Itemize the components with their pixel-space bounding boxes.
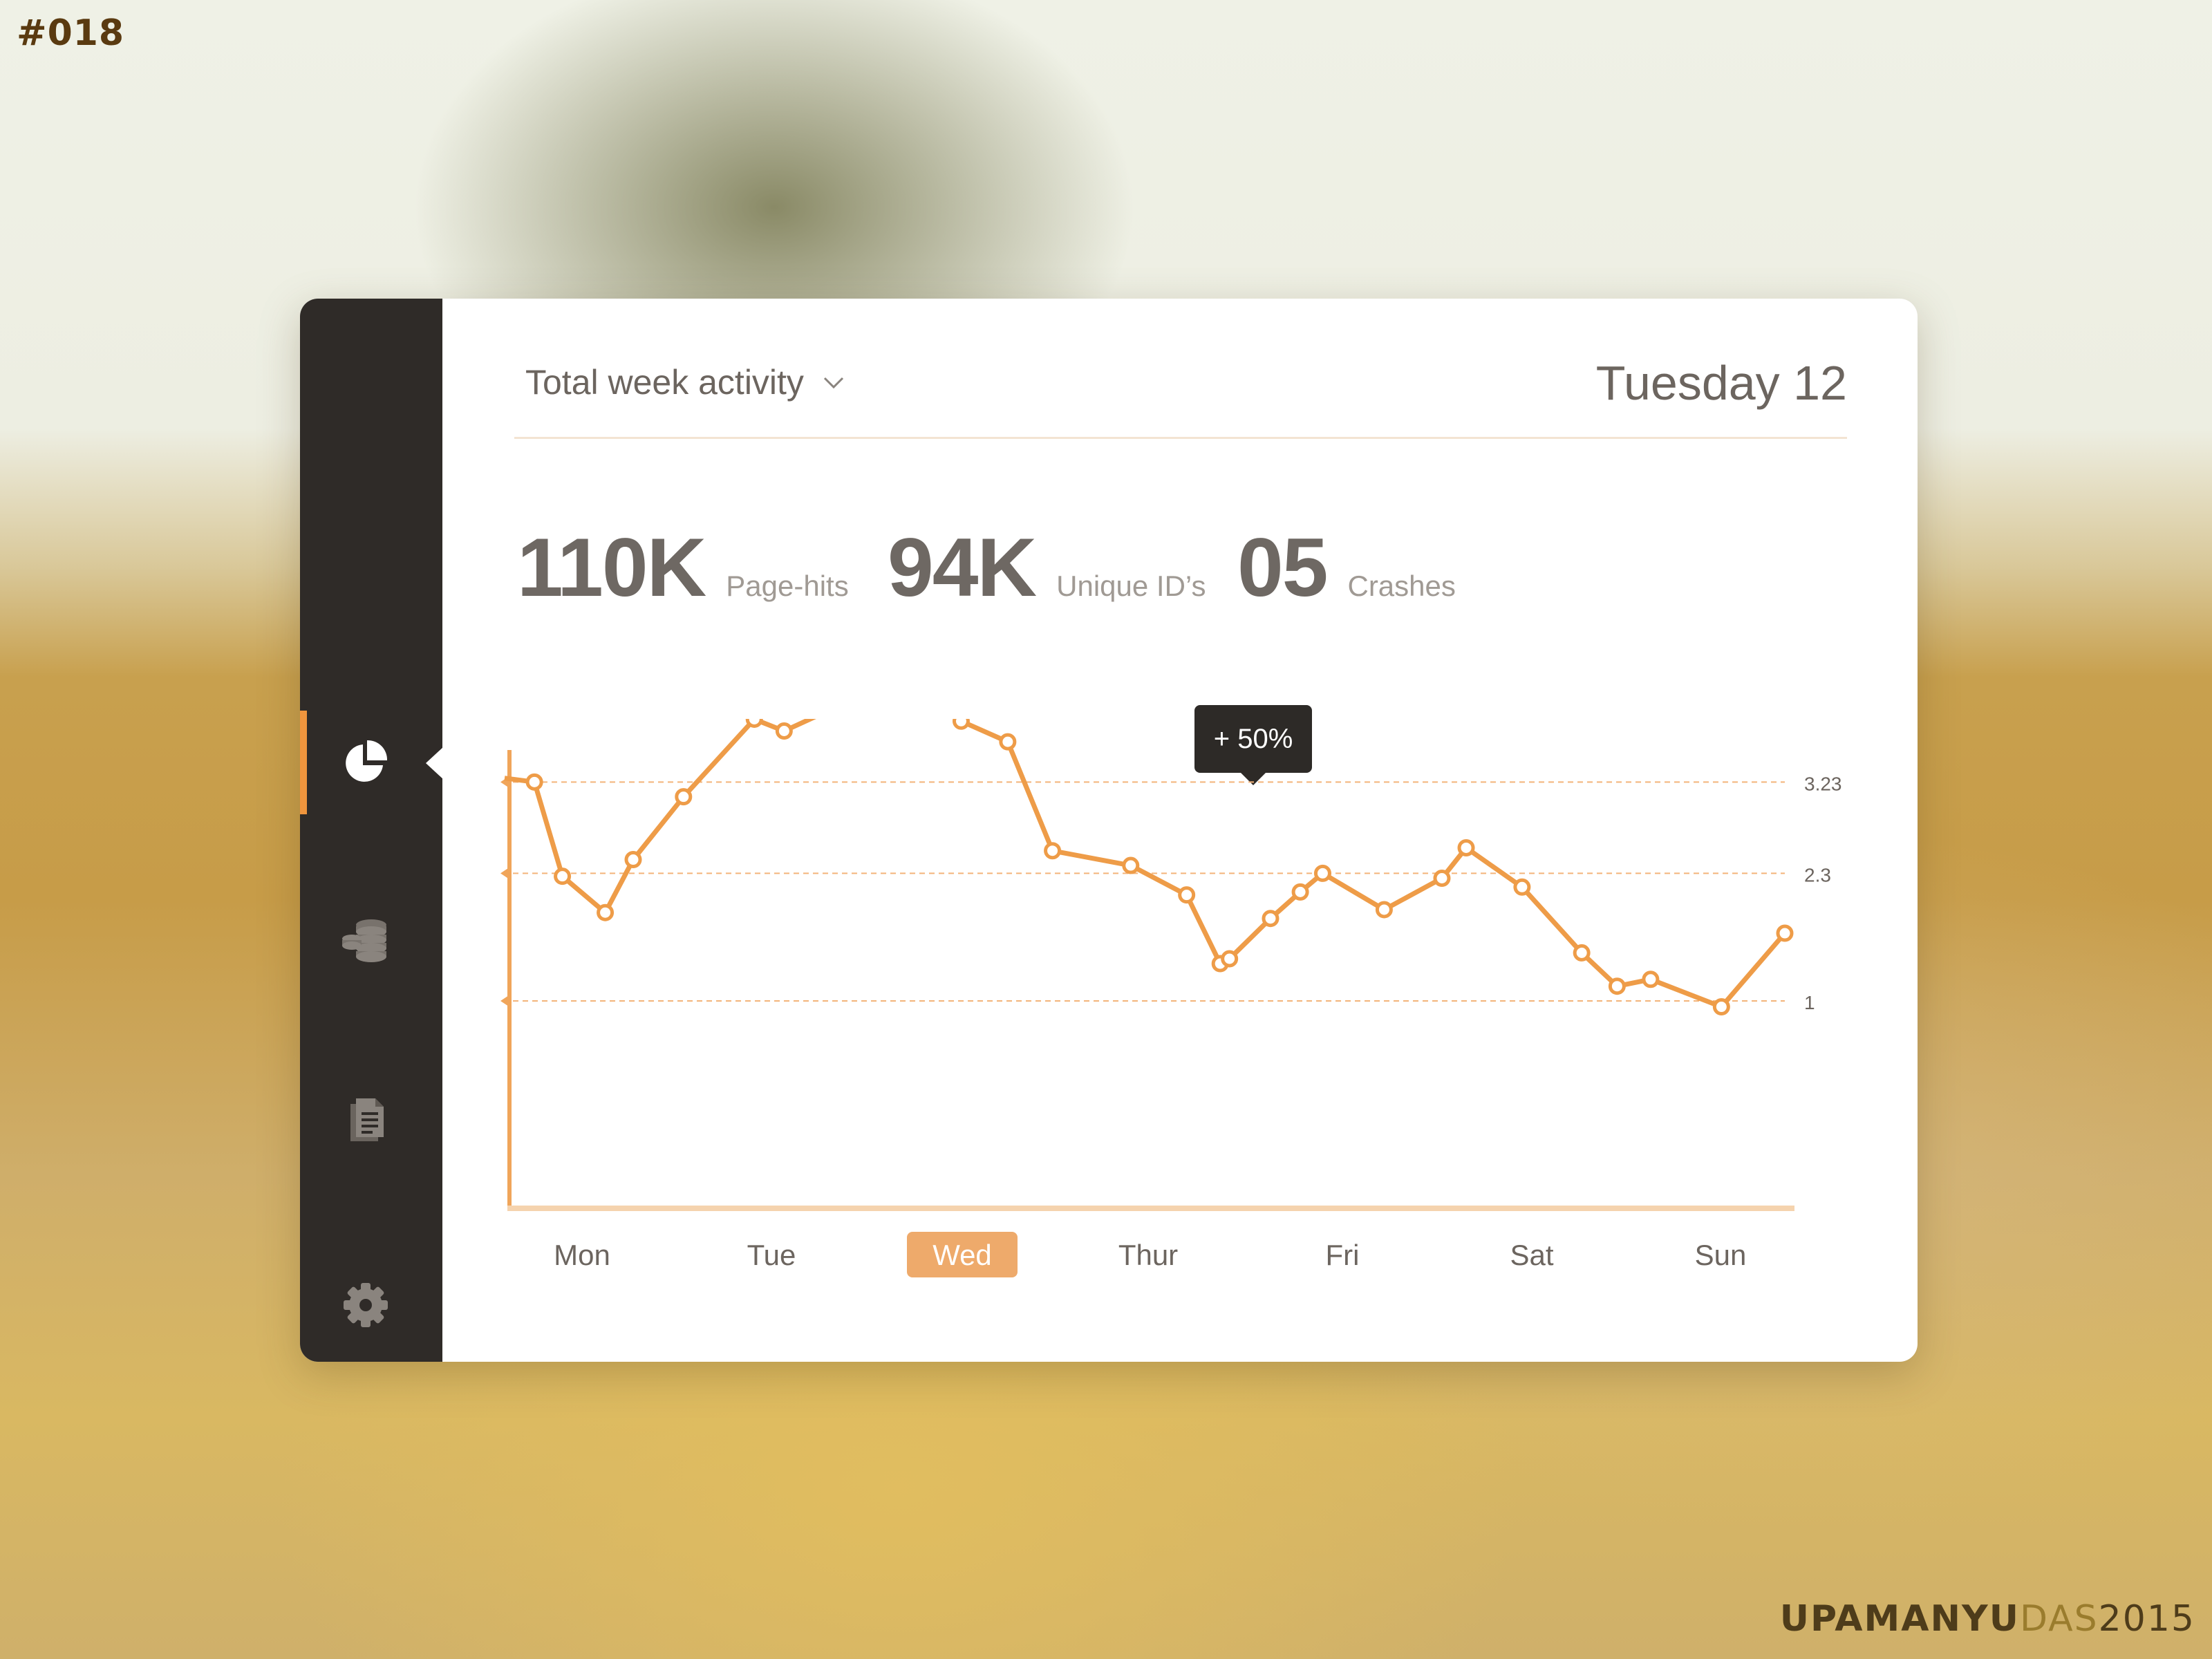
stat-page-hits: 110K Page-hits <box>517 520 849 615</box>
day-label-thur[interactable]: Thur <box>1118 1239 1178 1271</box>
stat-label: Crashes <box>1347 570 1456 602</box>
shot-number-badge: #018 <box>17 12 125 54</box>
data-point[interactable] <box>1608 977 1626 995</box>
data-point[interactable] <box>525 773 543 791</box>
data-point[interactable] <box>1573 944 1591 962</box>
current-date: Tuesday 12 <box>1595 356 1847 410</box>
data-point[interactable] <box>1122 856 1140 874</box>
data-point[interactable] <box>1433 870 1451 887</box>
data-point[interactable] <box>1375 901 1393 919</box>
data-point[interactable] <box>1642 971 1660 988</box>
stat-value: 94K <box>888 521 1037 614</box>
data-point[interactable] <box>952 719 970 730</box>
reference-lines: 4.73.232.31 <box>500 773 1842 1013</box>
day-label-mon[interactable]: Mon <box>554 1239 610 1271</box>
x-axis-labels: Mon Tue Wed Thur Fri Sat Sun <box>554 1232 1746 1277</box>
data-point[interactable] <box>1262 910 1280 928</box>
reference-label: 3.23 <box>1804 773 1842 794</box>
data-point[interactable] <box>775 722 793 740</box>
header-divider <box>514 437 1847 439</box>
data-point[interactable] <box>1221 950 1239 968</box>
stat-label: Unique ID’s <box>1056 570 1206 602</box>
data-point[interactable] <box>1044 842 1062 860</box>
series-activity <box>504 719 1794 1016</box>
stat-value: 110K <box>517 521 706 614</box>
filter-label: Total week activity <box>525 363 804 402</box>
day-label-wed[interactable]: Wed <box>932 1239 992 1271</box>
stat-crashes: 05 Crashes <box>1237 520 1456 615</box>
signature-first: UPAMANYU <box>1779 1598 2020 1640</box>
day-label-sat[interactable]: Sat <box>1510 1239 1553 1271</box>
activity-line-chart: 4.73.232.31 MonTueWedThurFriSatSun <box>500 719 1842 1277</box>
data-point[interactable] <box>624 851 642 869</box>
data-point[interactable] <box>745 719 763 728</box>
series-line <box>504 719 1787 1010</box>
signature-year: 2015 <box>2098 1598 2195 1640</box>
data-point[interactable] <box>1178 886 1196 904</box>
day-label-sun[interactable]: Sun <box>1695 1239 1747 1271</box>
stat-value: 05 <box>1237 521 1328 614</box>
day-label-tue[interactable]: Tue <box>747 1239 796 1271</box>
data-point[interactable] <box>1313 864 1331 882</box>
activity-filter-dropdown[interactable]: Total week activity <box>525 362 845 402</box>
author-signature: UPAMANYUDAS2015 <box>1780 1598 2195 1640</box>
stat-unique-ids: 94K Unique ID’s <box>888 520 1206 615</box>
data-point[interactable] <box>675 788 693 806</box>
data-point[interactable] <box>999 733 1017 751</box>
day-label-fri[interactable]: Fri <box>1326 1239 1360 1271</box>
stat-label: Page-hits <box>726 570 849 602</box>
data-point[interactable] <box>1513 878 1531 896</box>
data-point[interactable] <box>1712 998 1730 1016</box>
reference-label: 1 <box>1804 992 1815 1013</box>
data-point[interactable] <box>1776 924 1794 942</box>
reference-label: 2.3 <box>1804 864 1831 885</box>
data-point[interactable] <box>597 903 615 921</box>
signature-mid: DAS <box>2019 1598 2099 1640</box>
data-point[interactable] <box>1291 883 1309 901</box>
data-point[interactable] <box>554 868 572 885</box>
chevron-down-icon <box>823 377 843 389</box>
data-point[interactable] <box>1457 838 1475 856</box>
